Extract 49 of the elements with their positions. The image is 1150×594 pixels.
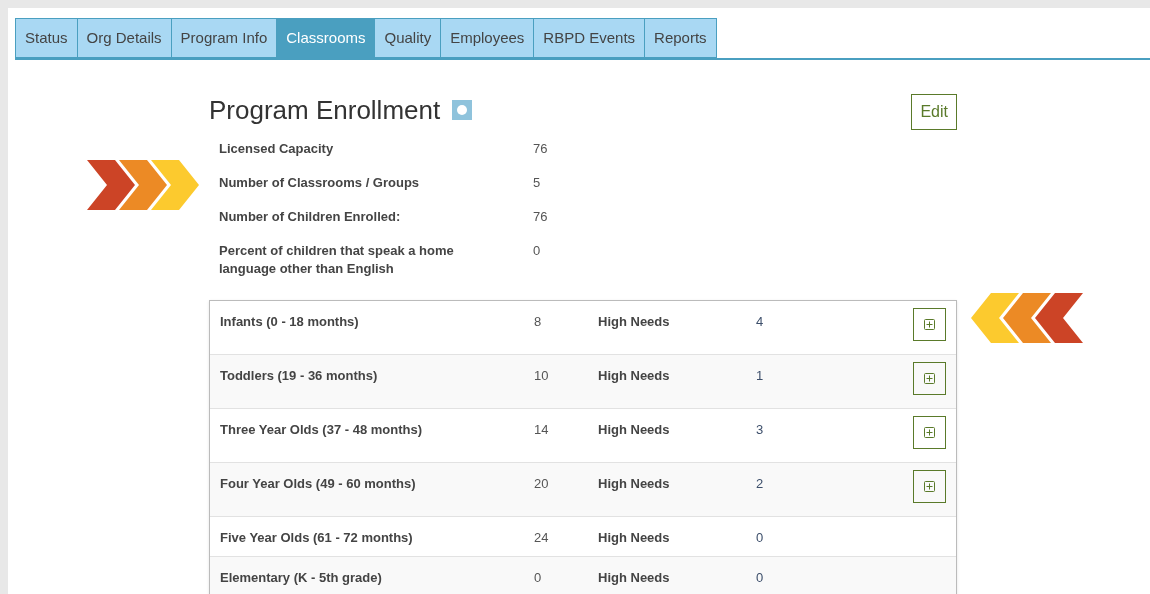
high-needs-count: 0 (756, 569, 765, 587)
tab[interactable]: Reports (644, 18, 717, 58)
field-label: Licensed Capacity (219, 140, 335, 158)
field-value: 0 (533, 242, 541, 260)
age-group-name: Four Year Olds (49 - 60 months) (220, 475, 417, 493)
tab[interactable]: Org Details (76, 18, 172, 58)
high-needs-count: 1 (756, 367, 765, 385)
tab[interactable]: Quality (374, 18, 442, 58)
expand-button[interactable] (913, 362, 946, 395)
expand-button[interactable] (913, 470, 946, 503)
field-label: Number of Classrooms / Groups (219, 174, 421, 192)
plus-square-icon (924, 373, 935, 384)
high-needs-label: High Needs (598, 313, 671, 331)
enrolled-count: 24 (534, 529, 550, 547)
age-group-name: Elementary (K - 5th grade) (220, 569, 383, 587)
edit-button[interactable]: Edit (911, 94, 957, 130)
plus-square-icon (924, 481, 935, 492)
age-group-name: Five Year Olds (61 - 72 months) (220, 529, 414, 547)
high-needs-count: 0 (756, 529, 765, 547)
field-label: Percent of children that speak a home language other than English (219, 242, 455, 278)
high-needs-label: High Needs (598, 569, 671, 587)
age-group-name: Infants (0 - 18 months) (220, 313, 360, 331)
high-needs-count: 4 (756, 313, 765, 331)
age-group-name: Toddlers (19 - 36 months) (220, 367, 379, 385)
field-value: 5 (533, 174, 541, 192)
high-needs-label: High Needs (598, 421, 671, 439)
enrolled-count: 20 (534, 475, 550, 493)
tab[interactable]: Employees (440, 18, 535, 58)
tab[interactable]: Status (15, 18, 78, 58)
enrolled-count: 10 (534, 367, 550, 385)
page-title: Program Enrollment (209, 93, 441, 127)
enrolled-count: 8 (534, 313, 543, 331)
field-value: 76 (533, 208, 548, 226)
tab[interactable]: RBPD Events (533, 18, 646, 58)
plus-square-icon (924, 427, 935, 438)
enrolled-count: 14 (534, 421, 550, 439)
high-needs-label: High Needs (598, 475, 671, 493)
expand-button[interactable] (913, 308, 946, 341)
high-needs-label: High Needs (598, 367, 671, 385)
plus-square-icon (924, 319, 935, 330)
expand-button[interactable] (913, 416, 946, 449)
age-group-name: Three Year Olds (37 - 48 months) (220, 421, 424, 439)
enrolled-count: 0 (534, 569, 543, 587)
field-value: 76 (533, 140, 548, 158)
high-needs-count: 3 (756, 421, 765, 439)
tab[interactable]: Program Info (170, 18, 278, 58)
high-needs-count: 2 (756, 475, 765, 493)
high-needs-label: High Needs (598, 529, 671, 547)
field-label: Number of Children Enrolled: (219, 208, 402, 226)
